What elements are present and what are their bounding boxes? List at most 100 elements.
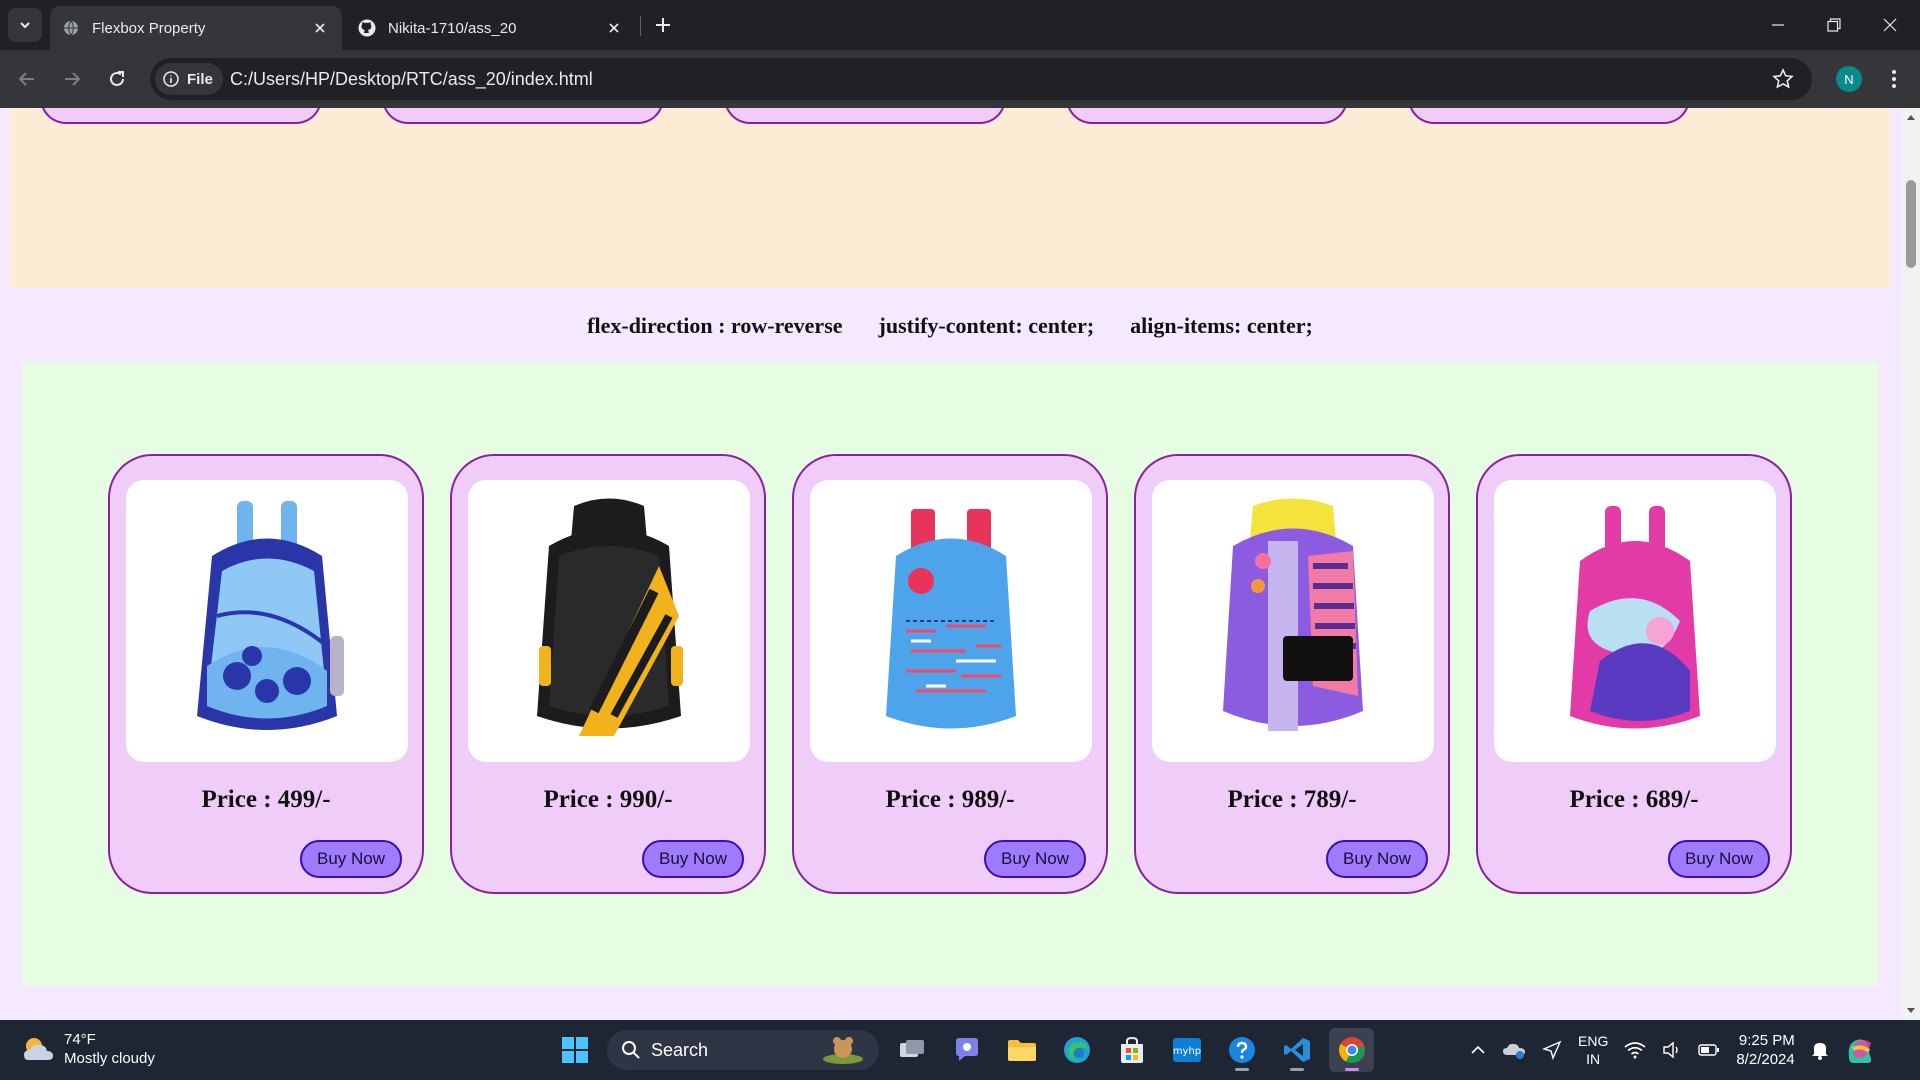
chevron-down-icon [20, 22, 30, 29]
flex-container-row-reverse: Price : 689/- Buy Now Price : 789/- Buy … [22, 362, 1878, 986]
weather-description: Mostly cloudy [64, 1050, 155, 1067]
previous-flex-container [10, 108, 1890, 288]
flex-direction-label: flex-direction : row-reverse [587, 313, 843, 338]
search-label: Search [651, 1039, 709, 1060]
close-icon[interactable] [310, 18, 330, 38]
weather-widget[interactable]: 74°F Mostly cloudy [20, 1030, 155, 1068]
product-card: Price : 990/- Buy Now [450, 454, 766, 894]
volume-icon[interactable] [1662, 1041, 1682, 1059]
buy-now-button[interactable]: Buy Now [300, 840, 402, 878]
clock-time: 9:25 PM [1738, 1032, 1795, 1049]
kebab-menu-icon [1892, 70, 1896, 88]
buy-now-button[interactable]: Buy Now [642, 840, 744, 878]
product-price: Price : 499/- [201, 786, 331, 813]
region-code: IN [1586, 1051, 1601, 1067]
page-viewport: flex-direction : row-reverse justify-con… [0, 108, 1920, 1020]
windows-logo-icon [561, 1037, 588, 1063]
product-image [1152, 480, 1434, 762]
start-button[interactable] [552, 1028, 597, 1072]
tab-separator [640, 16, 641, 36]
scrollbar-thumb[interactable] [1906, 180, 1916, 268]
product-price: Price : 989/- [885, 786, 1015, 813]
product-image [126, 480, 408, 762]
section-heading: flex-direction : row-reverse justify-con… [0, 313, 1900, 339]
cloudy-weather-icon [24, 1038, 53, 1060]
running-indicator [1290, 1068, 1304, 1071]
product-card: Price : 499/- Buy Now [108, 454, 424, 894]
scroll-down-arrow-icon[interactable] [1902, 1002, 1920, 1020]
tab-search-button[interactable] [8, 8, 42, 42]
close-window-button[interactable] [1862, 0, 1918, 50]
running-indicator [1235, 1068, 1249, 1071]
card-partial [1408, 108, 1690, 124]
copilot-icon[interactable] [1845, 1035, 1875, 1065]
windows-taskbar: 74°F Mostly cloudy Search myhp ENG IN 9:… [0, 1020, 1920, 1080]
minimize-icon [1772, 24, 1784, 26]
onedrive-icon[interactable] [1502, 1041, 1526, 1059]
card-partial [1066, 108, 1348, 124]
notification-bell-icon[interactable] [1811, 1040, 1829, 1060]
forward-button[interactable] [55, 62, 89, 96]
teams-chat-icon[interactable] [944, 1028, 989, 1072]
search-highlight-icon [823, 1037, 863, 1064]
close-icon [1883, 18, 1897, 32]
product-card: Price : 989/- Buy Now [792, 454, 1108, 894]
language-code: ENG [1578, 1033, 1609, 1049]
language-indicator[interactable]: ENG IN [1578, 1032, 1608, 1068]
task-view-icon[interactable] [889, 1028, 934, 1072]
edge-browser-icon[interactable] [1054, 1028, 1099, 1072]
profile-avatar[interactable]: N [1836, 66, 1862, 92]
restore-button[interactable] [1806, 0, 1862, 50]
backpack-icon [197, 501, 344, 730]
card-partial [382, 108, 664, 124]
close-icon[interactable] [604, 18, 624, 38]
search-icon [622, 1041, 640, 1059]
backpack-icon [1570, 506, 1700, 729]
location-icon[interactable] [1542, 1040, 1562, 1060]
align-items-label: align-items: center; [1130, 313, 1313, 338]
buy-now-button[interactable]: Buy Now [1326, 840, 1428, 878]
back-button[interactable] [10, 62, 44, 96]
microsoft-store-icon[interactable] [1109, 1028, 1154, 1072]
buy-now-button[interactable]: Buy Now [1668, 840, 1770, 878]
product-price: Price : 689/- [1569, 786, 1699, 813]
wifi-icon[interactable] [1624, 1041, 1646, 1059]
new-tab-button[interactable] [648, 10, 678, 40]
page-scrollbar[interactable] [1902, 108, 1920, 1020]
running-indicator [1345, 1068, 1359, 1071]
product-image [810, 480, 1092, 762]
browser-toolbar: File C:/Users/HP/Desktop/RTC/ass_20/inde… [0, 50, 1920, 108]
scroll-up-arrow-icon[interactable] [1902, 108, 1920, 126]
buy-now-button[interactable]: Buy Now [984, 840, 1086, 878]
taskbar-search[interactable]: Search [607, 1030, 879, 1070]
address-bar[interactable]: File C:/Users/HP/Desktop/RTC/ass_20/inde… [150, 58, 1812, 100]
browser-menu-button[interactable] [1880, 62, 1908, 96]
tab-github[interactable]: Nikita-1710/ass_20 [346, 6, 636, 50]
product-card: Price : 789/- Buy Now [1134, 454, 1450, 894]
help-icon[interactable] [1219, 1028, 1264, 1072]
minimize-button[interactable] [1750, 0, 1806, 50]
vscode-icon[interactable] [1274, 1028, 1319, 1072]
tab-title: Flexbox Property [92, 19, 206, 37]
site-info-chip[interactable]: File [155, 63, 223, 95]
plus-icon [656, 18, 670, 32]
justify-content-label: justify-content: center; [878, 313, 1095, 338]
reload-button[interactable] [100, 62, 134, 96]
bookmark-star-icon[interactable] [1772, 68, 1794, 90]
taskbar-apps: Search myhp [552, 1028, 1374, 1072]
myhp-icon[interactable]: myhp [1164, 1028, 1209, 1072]
weather-temperature: 74°F [64, 1031, 96, 1048]
svg-text:myhp: myhp [1172, 1046, 1200, 1057]
battery-icon[interactable] [1698, 1043, 1720, 1057]
product-price: Price : 789/- [1227, 786, 1357, 813]
file-explorer-icon[interactable] [999, 1028, 1044, 1072]
chrome-icon[interactable] [1329, 1028, 1374, 1072]
arrow-right-icon [65, 72, 81, 86]
system-tray: ENG IN 9:25 PM 8/2/2024 [1470, 1020, 1875, 1080]
chevron-up-icon[interactable] [1470, 1044, 1486, 1056]
clock-date: 8/2/2024 [1736, 1051, 1795, 1068]
tab-flexbox-property[interactable]: Flexbox Property [50, 6, 342, 50]
product-image [468, 480, 750, 762]
system-clock[interactable]: 9:25 PM 8/2/2024 [1736, 1031, 1794, 1069]
url-text[interactable]: C:/Users/HP/Desktop/RTC/ass_20/index.htm… [230, 69, 593, 90]
